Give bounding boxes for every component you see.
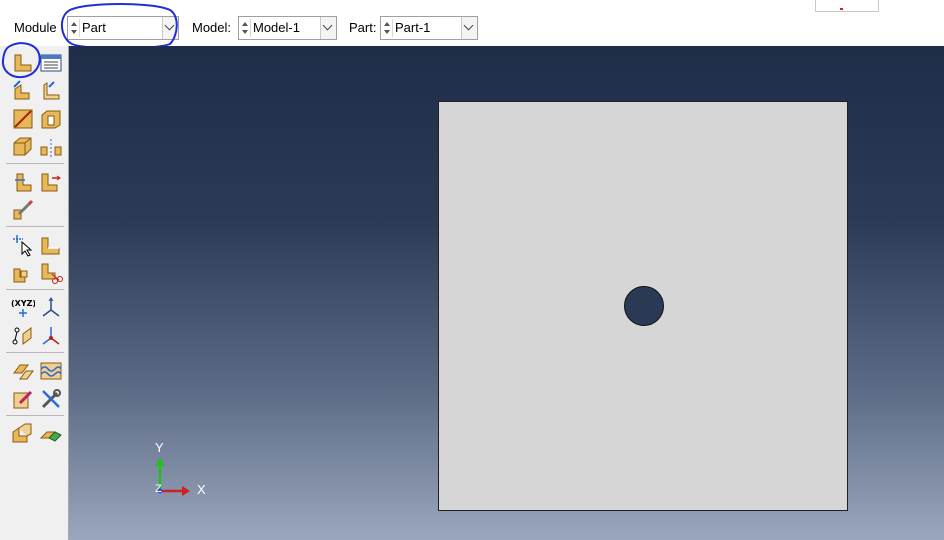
- toolbox-separator: [6, 415, 64, 416]
- create-solid-icon[interactable]: [11, 79, 35, 103]
- assembly-display-icon[interactable]: [39, 422, 63, 446]
- model-spin-icon[interactable]: [241, 19, 251, 37]
- part-select[interactable]: Part-1: [380, 16, 478, 40]
- partition-edge-icon[interactable]: [39, 170, 63, 194]
- create-shell-icon[interactable]: [39, 79, 63, 103]
- create-wire-icon[interactable]: [11, 107, 35, 131]
- part-manager-icon[interactable]: [39, 51, 63, 75]
- datum-point-xyz-icon[interactable]: (XYZ): [11, 296, 35, 320]
- svg-text:(XYZ): (XYZ): [11, 299, 35, 308]
- red-mark: [840, 8, 843, 10]
- part-label: Part:: [349, 20, 377, 35]
- datum-csys-icon[interactable]: [39, 324, 63, 348]
- partition-face-icon[interactable]: [11, 170, 35, 194]
- mirror-icon[interactable]: [39, 135, 63, 159]
- chevron-down-icon[interactable]: [461, 17, 477, 39]
- repair-icon[interactable]: [39, 233, 63, 257]
- merge-instances-icon[interactable]: [11, 422, 35, 446]
- plate-part-geometry[interactable]: [438, 101, 848, 511]
- context-toolbar: Module Part Model: Model-1 Part: Part-1: [0, 0, 944, 50]
- chevron-down-icon[interactable]: [162, 17, 178, 39]
- triad-z-label: Z: [155, 483, 162, 495]
- toolbox-separator: [6, 352, 64, 353]
- create-cut-icon[interactable]: [39, 107, 63, 131]
- create-fillet-icon[interactable]: [11, 135, 35, 159]
- model-select[interactable]: Model-1: [238, 16, 337, 40]
- module-value: Part: [82, 20, 106, 35]
- graphics-viewport[interactable]: Y Z X: [69, 46, 944, 540]
- toolbox-separator: [6, 226, 64, 227]
- part-value: Part-1: [395, 20, 431, 35]
- view-triad: Y Z X: [149, 436, 229, 506]
- create-datum-point-icon[interactable]: [11, 261, 35, 285]
- edit-feature-icon[interactable]: [11, 198, 35, 222]
- module-toolbox: (XYZ): [0, 42, 69, 540]
- toolbox-separator: [6, 163, 64, 164]
- datum-axis-icon[interactable]: [39, 296, 63, 320]
- triad-x-label: X: [197, 482, 206, 497]
- edit-attribute-icon[interactable]: [11, 387, 35, 411]
- query-icon[interactable]: [11, 233, 35, 257]
- part-spin-icon[interactable]: [383, 19, 393, 37]
- module-spin-icon[interactable]: [70, 19, 80, 37]
- delete-feature-icon[interactable]: [39, 261, 63, 285]
- create-surface-icon[interactable]: [39, 359, 63, 383]
- create-part-icon[interactable]: [11, 51, 35, 75]
- circular-hole[interactable]: [624, 286, 664, 326]
- toolbox-separator: [6, 289, 64, 290]
- create-set-icon[interactable]: [11, 359, 35, 383]
- module-label: Module: [14, 20, 57, 35]
- datum-plane-icon[interactable]: [11, 324, 35, 348]
- chevron-down-icon[interactable]: [320, 17, 336, 39]
- window-control-strip: [815, 0, 879, 12]
- axis-triad-icon: [155, 458, 190, 496]
- module-select[interactable]: Part: [67, 16, 179, 40]
- model-label: Model:: [192, 20, 232, 35]
- model-value: Model-1: [253, 20, 300, 35]
- tools-icon[interactable]: [39, 387, 63, 411]
